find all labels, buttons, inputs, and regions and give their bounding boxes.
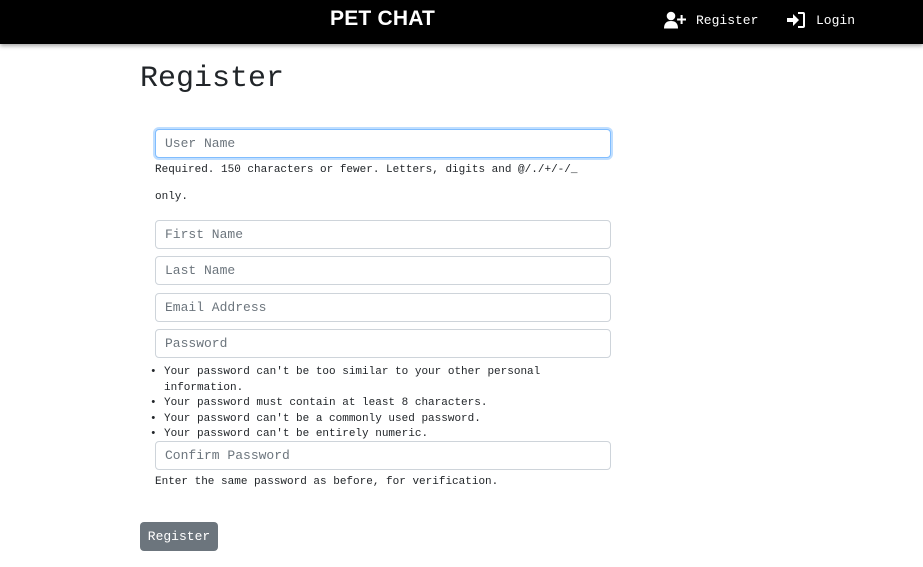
confirm-password-help-text: Enter the same password as before, for v…: [155, 476, 499, 488]
last-name-input[interactable]: [155, 256, 611, 285]
password-rule: Your password can't be too similar to yo…: [150, 365, 620, 396]
username-help-line-2: only.: [155, 191, 189, 203]
sign-in-icon: [787, 11, 816, 29]
nav-register-link[interactable]: Register: [664, 10, 758, 30]
password-rule: Your password must contain at least 8 ch…: [150, 396, 620, 412]
user-plus-icon: [664, 11, 696, 29]
navbar: PET CHAT Register Login: [0, 0, 923, 44]
password-rules-list: Your password can't be too similar to yo…: [150, 365, 620, 443]
username-help-text: Required. 150 characters or fewer. Lette…: [155, 157, 595, 211]
nav-login-link[interactable]: Login: [787, 10, 855, 30]
username-help-line-1: Required. 150 characters or fewer. Lette…: [155, 164, 578, 176]
username-input[interactable]: [155, 129, 611, 158]
confirm-password-input[interactable]: [155, 441, 611, 470]
password-input[interactable]: [155, 329, 611, 358]
nav-login-label: Login: [816, 12, 856, 28]
register-submit-button[interactable]: Register: [140, 522, 218, 551]
email-input[interactable]: [155, 293, 611, 322]
password-rule: Your password can't be a commonly used p…: [150, 412, 620, 428]
first-name-input[interactable]: [155, 220, 611, 249]
nav-register-label: Register: [696, 12, 759, 28]
brand-logo[interactable]: PET CHAT: [330, 7, 435, 31]
page-title: Register: [140, 62, 285, 96]
